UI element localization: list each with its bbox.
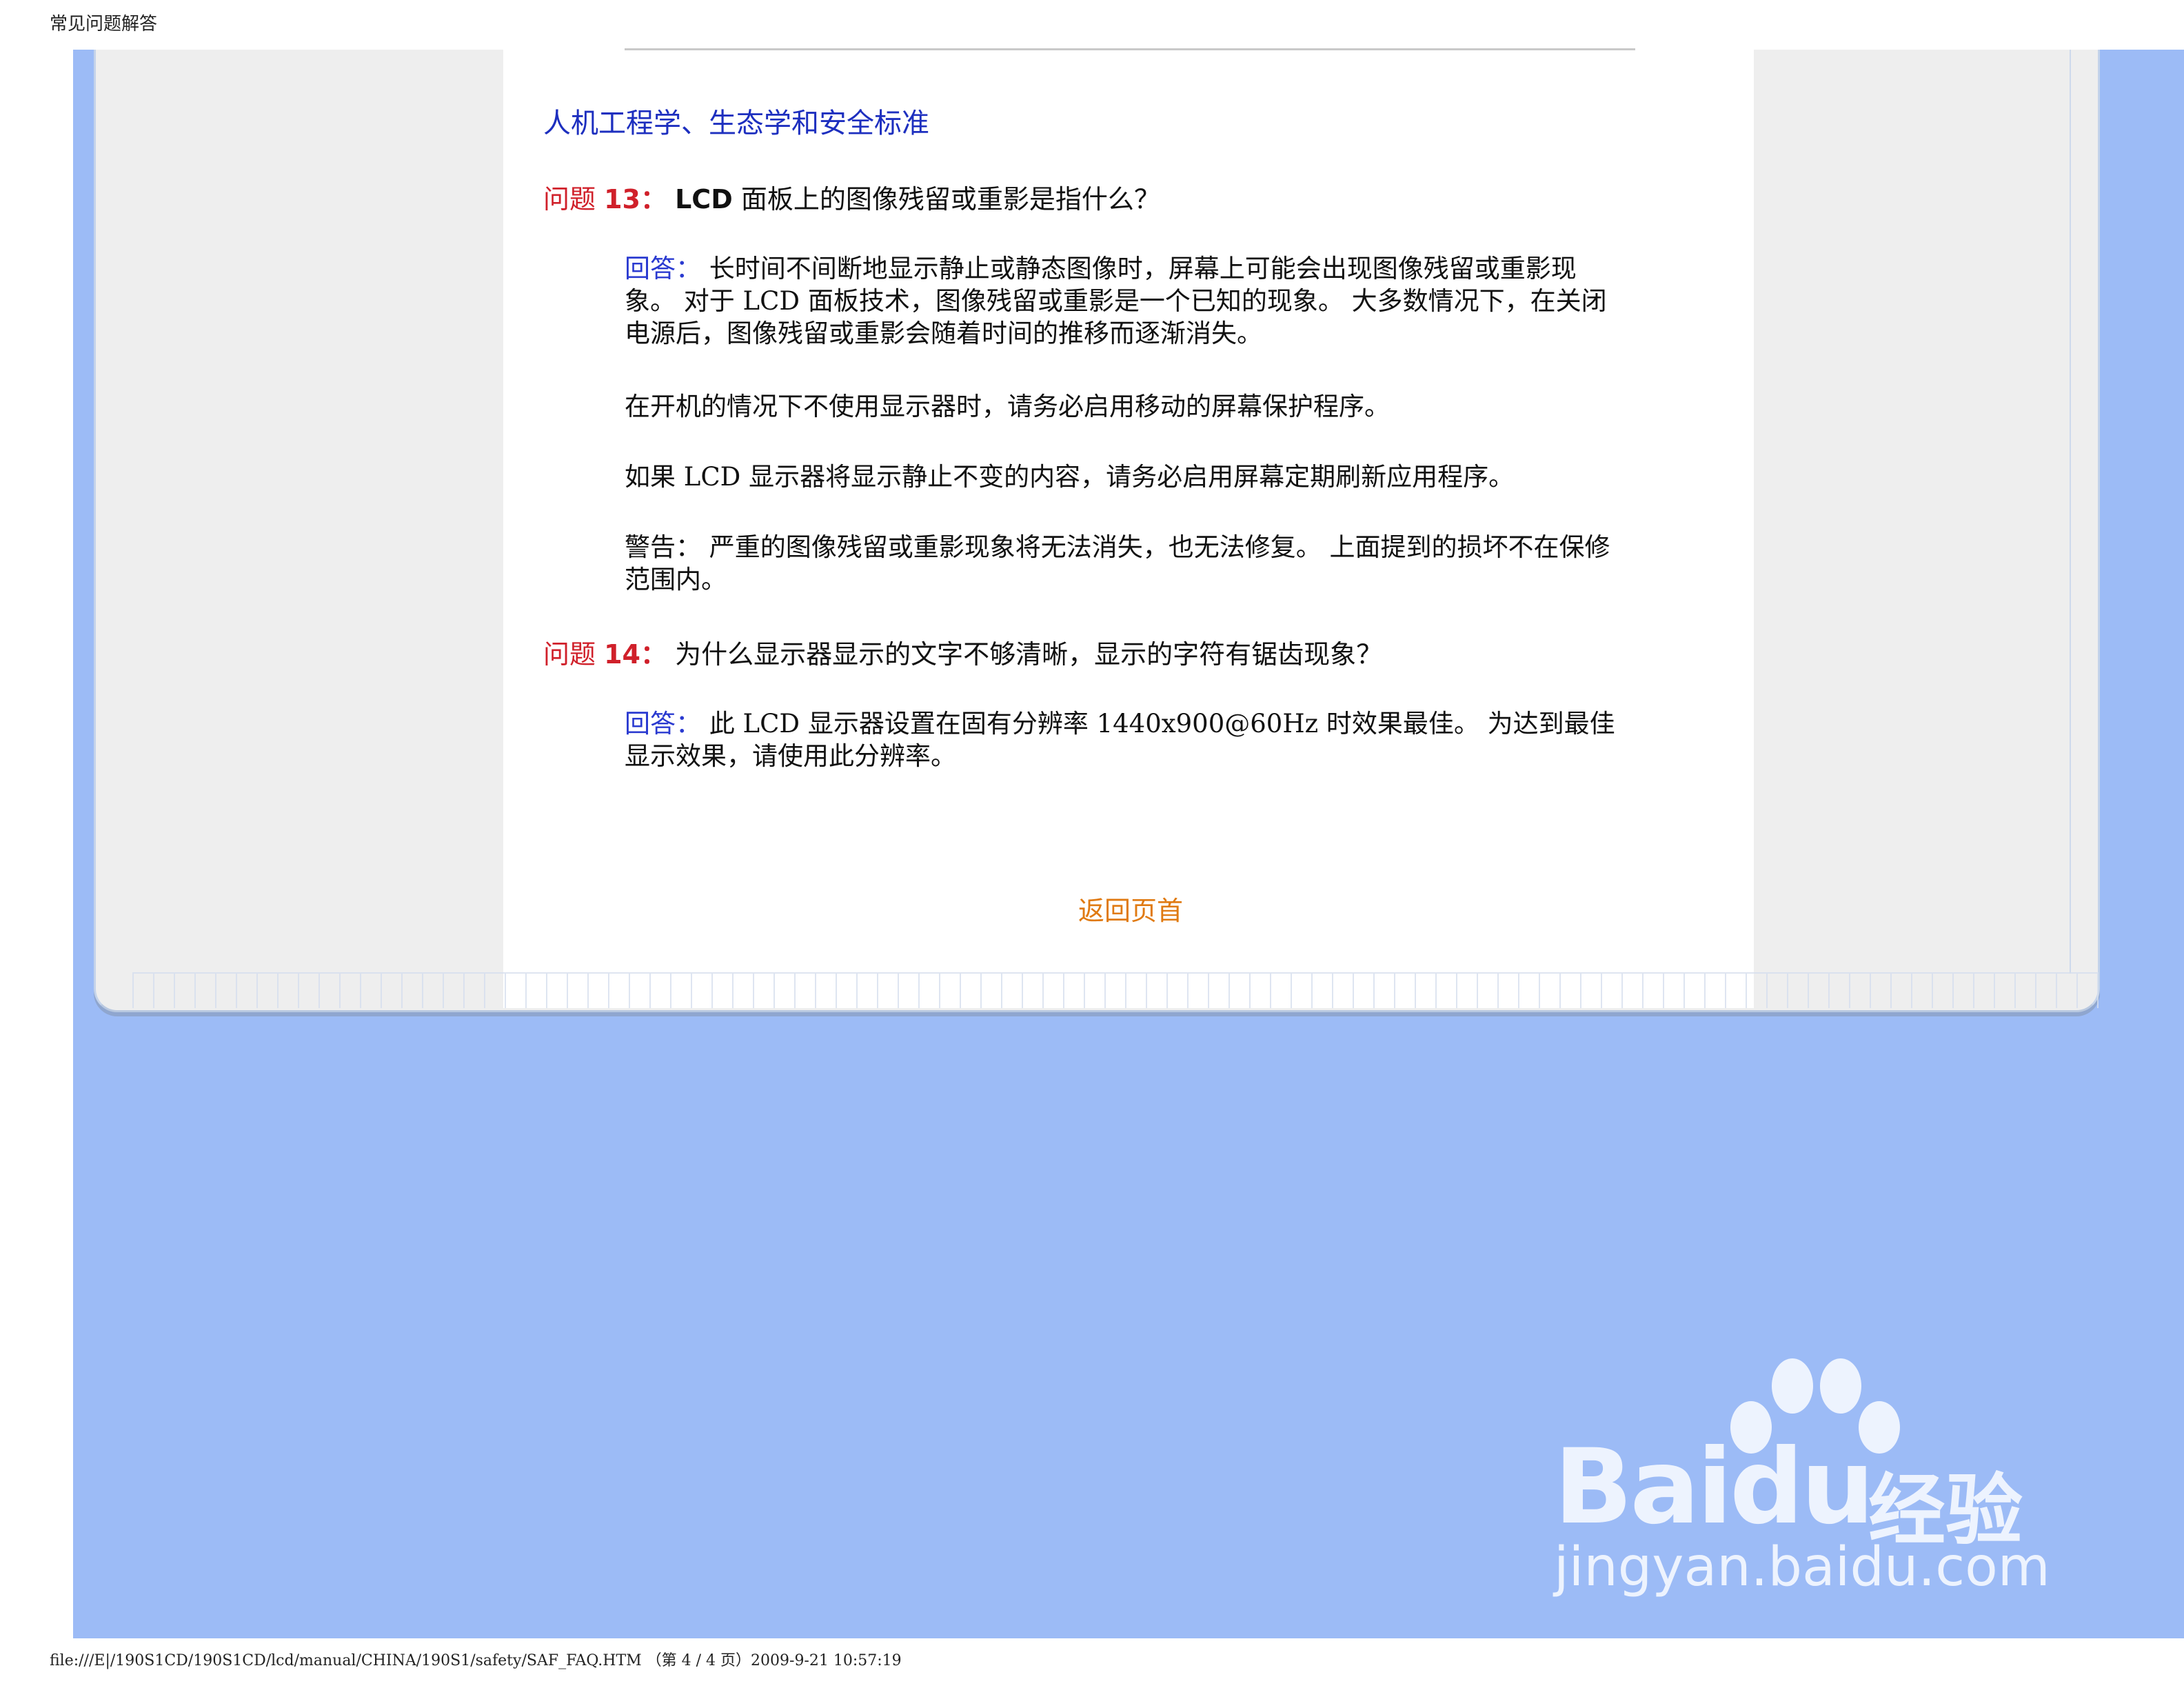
panel-divider xyxy=(2070,50,2071,974)
answer-14: 回答： 此 LCD 显示器设置在固有分辨率 1440x900@60Hz 时效果最… xyxy=(625,707,1624,772)
footer-file-path: file:///E|/190S1CD/190S1CD/lcd/manual/CH… xyxy=(50,1652,902,1669)
question-14: 问题 14： 为什么显示器显示的文字不够清晰，显示的字符有锯齿现象？ xyxy=(543,633,1382,671)
question-label: 问题 xyxy=(543,184,596,214)
answer-13-paragraph-2: 在开机的情况下不使用显示器时，请务必启用移动的屏幕保护程序。 xyxy=(625,392,1390,421)
answer-13-warning: 警告： 严重的图像残留或重影现象将无法消失，也无法修复。 上面提到的损坏不在保修… xyxy=(625,532,1610,594)
document-header-title: 常见问题解答 xyxy=(50,14,158,34)
question-number: 14： xyxy=(604,639,667,670)
section-title: 人机工程学、生态学和安全标准 xyxy=(543,108,929,139)
question-label: 问题 xyxy=(543,639,596,670)
answer-text: 长时间不间断地显示静止或静态图像时，屏幕上可能会出现图像残留或重影现象。 对于 … xyxy=(625,254,1607,348)
question-13: 问题 13： LCD 面板上的图像残留或重影是指什么？ xyxy=(543,178,1160,216)
question-lcd-term: LCD xyxy=(675,184,733,214)
answer-label: 回答： xyxy=(625,254,701,283)
top-divider xyxy=(625,48,1635,50)
question-text: 为什么显示器显示的文字不够清晰，显示的字符有锯齿现象？ xyxy=(675,639,1383,670)
watermark-brand: Baidu xyxy=(1554,1427,1874,1547)
baidu-jingyan-watermark: Baidu 经验 jingyan.baidu.com xyxy=(1544,1352,2054,1600)
back-to-top-link[interactable]: 返回页首 xyxy=(1078,890,1183,927)
panel-bottom-strip xyxy=(132,972,2099,1008)
answer-label: 回答： xyxy=(625,709,701,738)
question-text: 面板上的图像残留或重影是指什么？ xyxy=(732,184,1160,214)
watermark-url: jingyan.baidu.com xyxy=(1554,1536,2050,1598)
answer-13-paragraph-3: 如果 LCD 显示器将显示静止不变的内容，请务必启用屏幕定期刷新应用程序。 xyxy=(625,462,1515,492)
answer-text: 此 LCD 显示器设置在固有分辨率 1440x900@60Hz 时效果最佳。 为… xyxy=(625,709,1615,771)
answer-13: 回答： 长时间不间断地显示静止或静态图像时，屏幕上可能会出现图像残留或重影现象。… xyxy=(625,252,1624,350)
question-number: 13： xyxy=(604,184,667,214)
